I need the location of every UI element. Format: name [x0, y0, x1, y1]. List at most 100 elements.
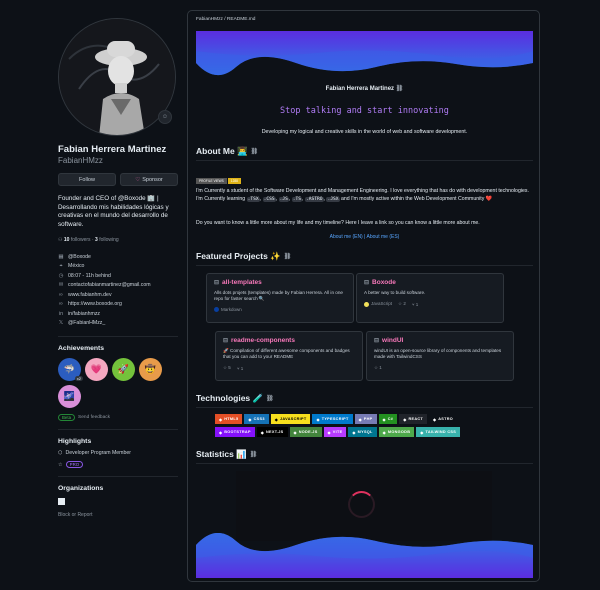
- nodejs-icon: ◆: [293, 430, 297, 435]
- project-title[interactable]: ⊟ readme-components: [223, 337, 355, 344]
- following-label[interactable]: following: [99, 237, 118, 243]
- project-meta: ☆ 5 ⑂ 1: [223, 365, 355, 371]
- divider: [58, 336, 178, 337]
- project-title[interactable]: ⊟ Boxode: [364, 279, 496, 286]
- anchor-link-icon[interactable]: ⛓: [250, 451, 258, 458]
- repo-icon: ⊟: [364, 280, 370, 286]
- language-name: JavaScript: [371, 301, 393, 307]
- profile-full-name: Fabian Herrera Martinez: [58, 144, 167, 155]
- info-text[interactable]: https://www.boxode.org: [68, 301, 122, 307]
- profile-info-item: ✉ contactofabianmartinez@gmail.com: [58, 281, 178, 291]
- project-card[interactable]: ⊟ all-templates Alls dots projets (templat…: [206, 273, 354, 323]
- tech-badge: ◆ MONGODB: [378, 427, 415, 437]
- repo-icon: ⊟: [223, 338, 229, 344]
- info-text[interactable]: @FabianHMzz_: [68, 320, 105, 326]
- readme-tagline: Developing my logical and creative skill…: [261, 129, 468, 135]
- block-report-link[interactable]: Block or Report: [58, 512, 178, 518]
- tech-badge: ◆ JAVASCRIPT: [270, 414, 311, 424]
- forks-count: 1: [415, 301, 419, 307]
- followers-label[interactable]: followers: [71, 237, 91, 243]
- project-name[interactable]: readme-components: [231, 337, 295, 344]
- achievement-quickdraw[interactable]: 🤠: [139, 358, 162, 381]
- project-card[interactable]: ⊟ readme-components 🚀 Compilation of diffe…: [215, 331, 363, 381]
- profile-info-item: 𝕏 @FabianHMzz_: [58, 319, 178, 329]
- anchor-link-icon[interactable]: ⛓: [266, 395, 274, 402]
- star-icon: ☆: [58, 461, 63, 468]
- project-stars: ☆ 1: [374, 365, 382, 371]
- project-meta: JavaScript ☆ 2 ⑂ 1: [364, 301, 496, 307]
- achievements-heading[interactable]: Achievements: [58, 345, 178, 352]
- divider: [196, 407, 533, 408]
- about-links[interactable]: About me (EN) | About me (ES): [188, 234, 541, 240]
- about-paragraph-1: I'm Currently a student of the Software …: [196, 188, 529, 202]
- stars-count: 2: [403, 301, 406, 306]
- info-text[interactable]: in/fabianhmzz: [68, 311, 100, 317]
- stars-count: 1: [379, 365, 382, 370]
- statistics-heading-text: Statistics 📊: [196, 449, 247, 459]
- info-text: 08:07 - 11h behind: [68, 272, 111, 279]
- bootstrap-icon: ◆: [219, 430, 223, 435]
- project-name[interactable]: Boxode: [372, 279, 396, 286]
- profile-info-item: ▦ @Boxode: [58, 252, 178, 262]
- set-status-icon[interactable]: ☺: [158, 110, 172, 124]
- tech-code-chip: .TS: [291, 197, 303, 202]
- stars-count: 5: [228, 365, 231, 370]
- tech-label: ASTRO: [438, 417, 454, 421]
- html5-icon: ◆: [219, 417, 223, 422]
- tech-label: C#: [387, 417, 394, 421]
- project-title[interactable]: ⊟ all-templates: [214, 279, 346, 286]
- tailwind-icon: ◆: [420, 430, 424, 435]
- readme-path[interactable]: FabianHMzz / README.md: [196, 17, 255, 22]
- achievement-galaxy[interactable]: 🌌: [58, 385, 81, 408]
- project-forks: ⑂ 1: [237, 366, 243, 371]
- language-dot-icon: [364, 301, 369, 307]
- achievements-list: 🦈 x2 💗 🚀 🤠 🌌: [58, 358, 170, 408]
- readme-name: Fabian Herrera Martinez ⛓: [188, 85, 541, 92]
- technologies-row-2: ◆ BOOTSTRAP ◆ NEXT.JS ◆ NODE.JS ◆ VITE ◆ MYSQL ◆ MO…: [215, 427, 461, 437]
- follow-button[interactable]: Follow: [58, 173, 116, 186]
- project-name[interactable]: windUI: [382, 337, 403, 344]
- anchor-link-icon[interactable]: ⛓: [396, 86, 404, 92]
- anchor-link-icon[interactable]: ⛓: [284, 253, 292, 260]
- project-title[interactable]: ⊟ windUI: [374, 337, 506, 344]
- projects-heading-text: Featured Projects ✨: [196, 251, 281, 261]
- tech-label: CSS3: [253, 417, 265, 421]
- highlight-label[interactable]: Developer Program Member: [66, 450, 131, 456]
- sponsor-button[interactable]: ♡ Sponsor: [120, 173, 178, 186]
- divider: [58, 476, 178, 477]
- tech-label: VITE: [332, 430, 343, 434]
- profile-views-label: PROFILE VIEWS: [196, 178, 227, 184]
- divider: [196, 160, 533, 161]
- achievements-beta: Beta Send feedback: [58, 414, 178, 421]
- csharp-icon: ◆: [382, 417, 386, 422]
- divider: [196, 463, 533, 464]
- highlight-developer-program: ⬡ Developer Program Member: [58, 450, 178, 456]
- project-card[interactable]: ⊟ windUI windUI is an open-source library …: [366, 331, 514, 381]
- project-stars: ☆ 5: [223, 365, 231, 371]
- followers-count[interactable]: 10: [64, 237, 70, 243]
- project-description: 🚀 Compilation of different awesome compo…: [223, 348, 350, 359]
- css3-icon: ◆: [248, 417, 252, 422]
- send-feedback-link[interactable]: Send feedback: [78, 415, 110, 420]
- info-text[interactable]: www.fabianhm.dev: [68, 292, 112, 298]
- achievement-heart[interactable]: 💗: [85, 358, 108, 381]
- project-meta: Markdown: [214, 307, 346, 313]
- forks-count: 1: [240, 365, 244, 371]
- about-heading-text: About Me 👨‍💻: [196, 146, 248, 156]
- achievement-yolo[interactable]: 🚀: [112, 358, 135, 381]
- achievement-pull-shark[interactable]: 🦈 x2: [58, 358, 83, 381]
- pro-badge: PRO: [65, 461, 84, 468]
- project-card[interactable]: ⊟ Boxode A better way to build software. Ja…: [356, 273, 504, 323]
- anchor-link-icon[interactable]: ⛓: [251, 148, 259, 155]
- project-name[interactable]: all-templates: [222, 279, 262, 286]
- profile-info-list: ▦ @Boxode ⌖ México ◷ 08:07 - 11h behind ✉ conta…: [58, 252, 178, 328]
- linkedin-icon: in: [58, 310, 64, 317]
- sponsor-label: Sponsor: [142, 176, 163, 183]
- following-count[interactable]: 3: [95, 237, 98, 243]
- tech-code-chip: .CSS: [262, 197, 276, 202]
- info-text[interactable]: contactofabianmartinez@gmail.com: [68, 282, 151, 288]
- organization-avatar[interactable]: [58, 498, 65, 505]
- info-text: @Boxode: [68, 253, 91, 260]
- mongodb-icon: ◆: [382, 430, 386, 435]
- technologies-heading-text: Technologies 🧪: [196, 393, 264, 403]
